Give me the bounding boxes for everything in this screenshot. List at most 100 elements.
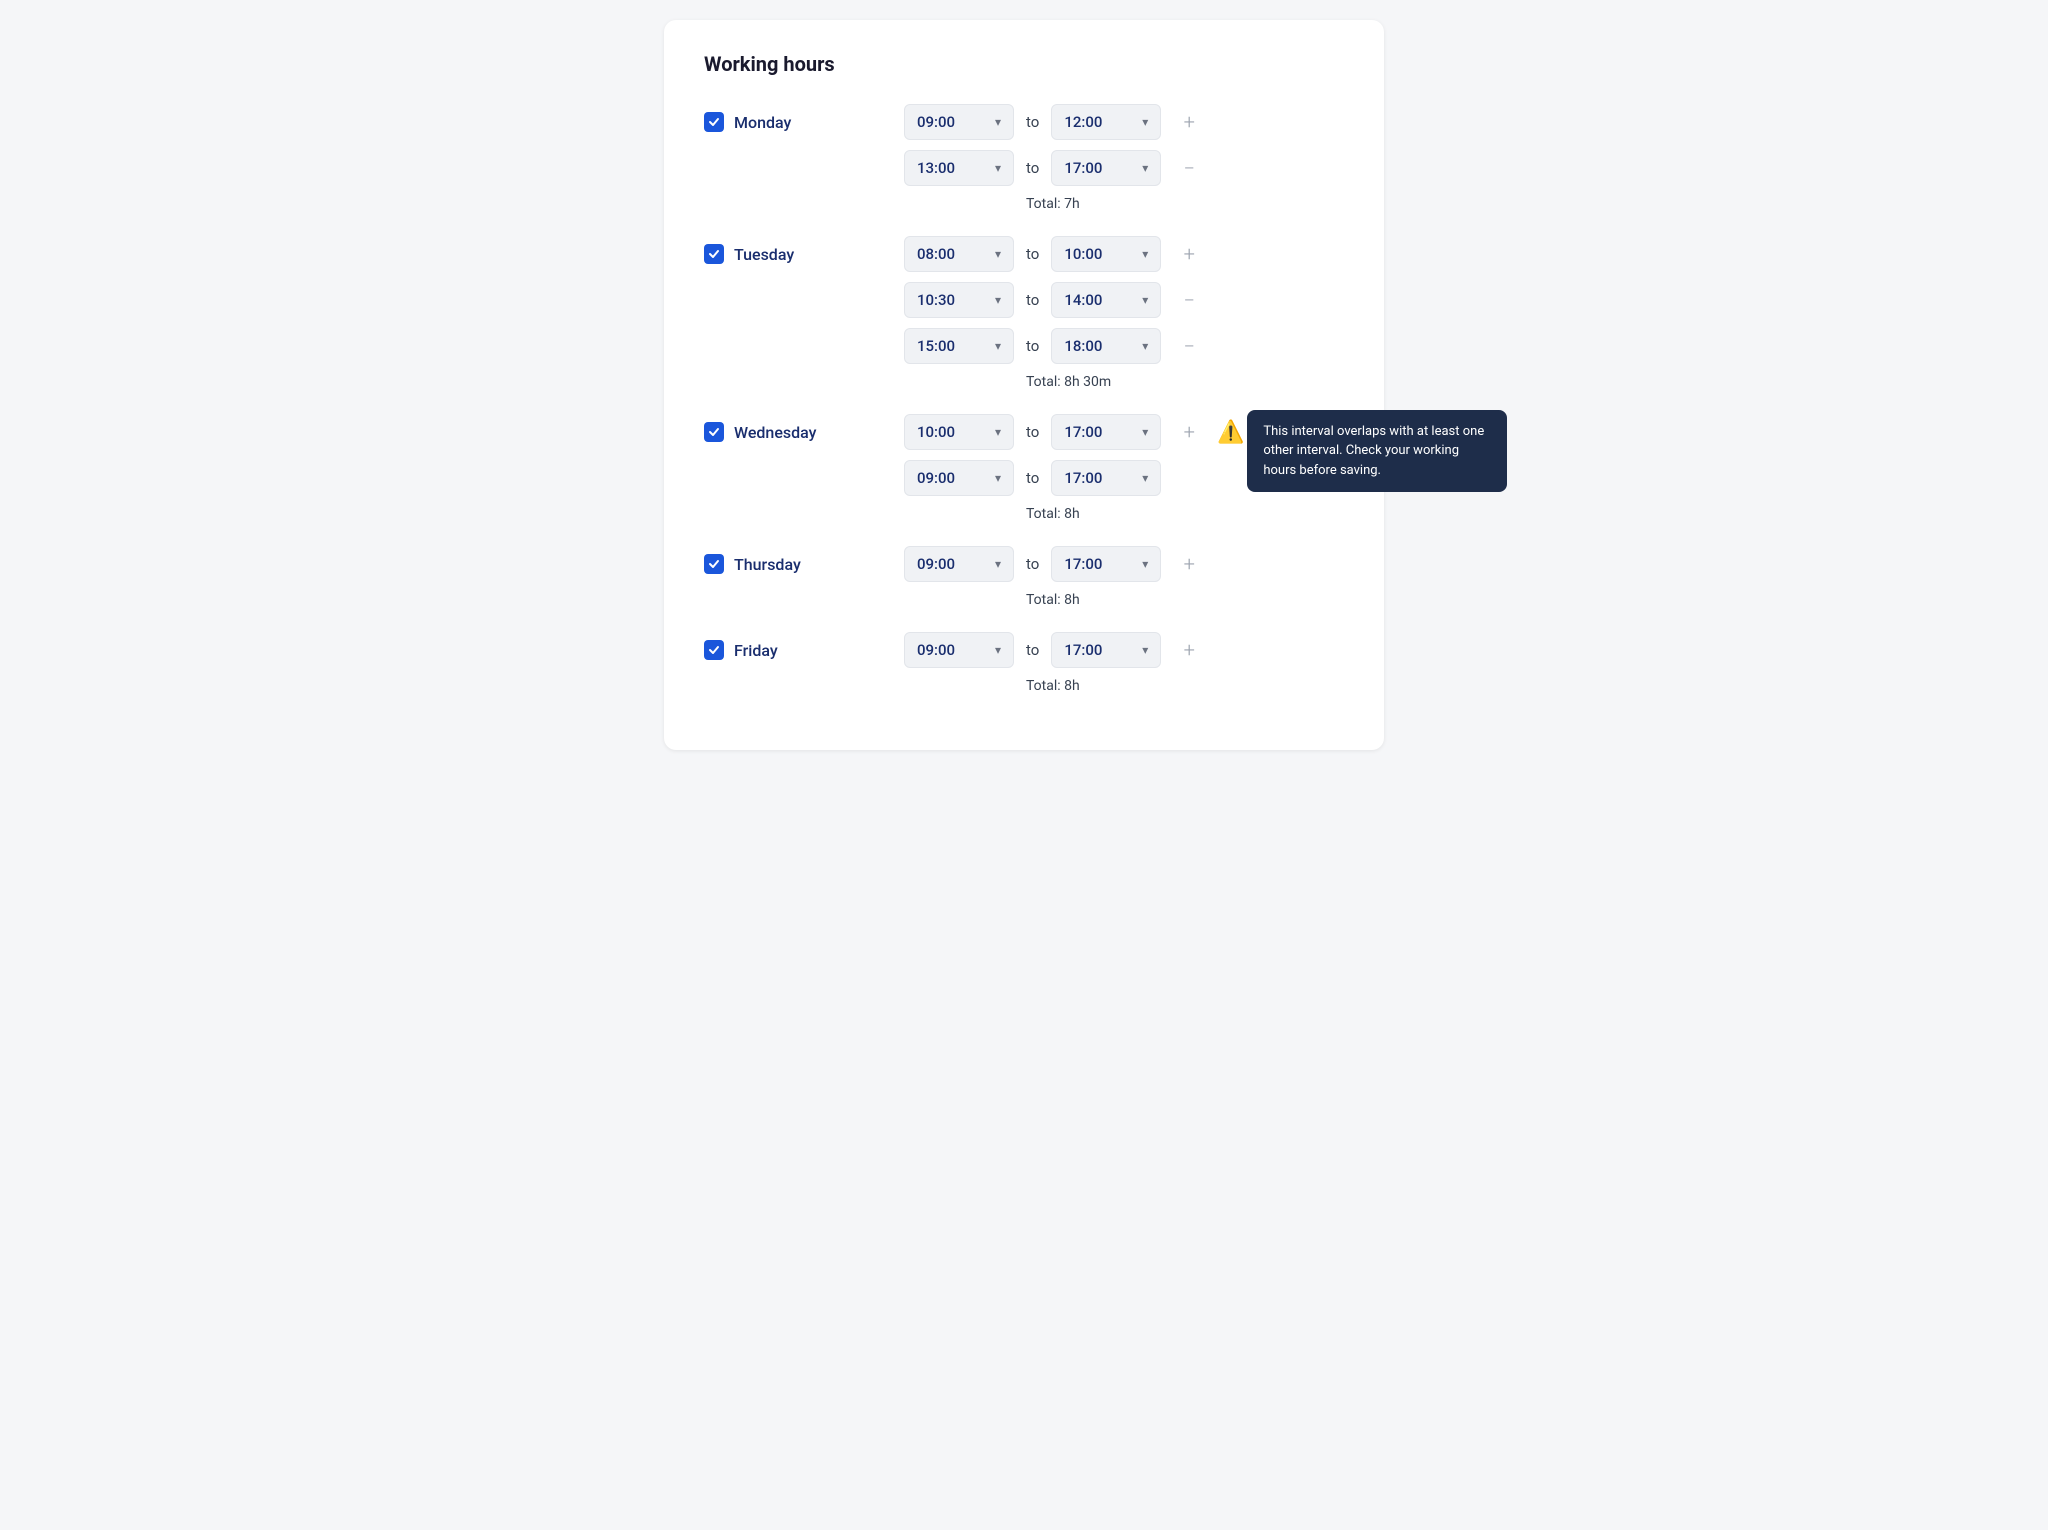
friday-interval-1-to[interactable]: 17:00 ▾ — [1051, 632, 1161, 668]
tuesday-interval-3-from[interactable]: 15:00 ▾ — [904, 328, 1014, 364]
chevron-down-icon: ▾ — [995, 471, 1001, 485]
chevron-down-icon: ▾ — [1142, 115, 1148, 129]
day-section-monday: Monday 09:00 ▾ to 12:00 ▾ + 13:00 — [704, 104, 1344, 212]
chevron-down-icon: ▾ — [995, 643, 1001, 657]
thursday-label: Thursday — [734, 555, 801, 574]
wednesday-interval-1-to[interactable]: 17:00 ▾ — [1051, 414, 1161, 450]
chevron-down-icon: ▾ — [1142, 425, 1148, 439]
thursday-label-area: Thursday — [704, 554, 904, 574]
tuesday-to-3: to — [1026, 337, 1039, 355]
tuesday-label-area: Tuesday — [704, 244, 904, 264]
friday-checkbox[interactable] — [704, 640, 724, 660]
tuesday-interval-2-controls: 10:30 ▾ to 14:00 ▾ − — [904, 282, 1344, 318]
friday-total: Total: 8h — [904, 678, 1344, 694]
tuesday-remove-button-1[interactable]: − — [1173, 284, 1205, 316]
monday-interval-1-controls: 09:00 ▾ to 12:00 ▾ + — [904, 104, 1344, 140]
day-section-thursday: Thursday 09:00 ▾ to 17:00 ▾ + Total: 8h — [704, 546, 1344, 608]
thursday-to-1: to — [1026, 555, 1039, 573]
friday-label-area: Friday — [704, 640, 904, 660]
chevron-down-icon: ▾ — [1142, 339, 1148, 353]
day-section-wednesday: Wednesday 10:00 ▾ to 17:00 ▾ + ⚠️ This i… — [704, 414, 1344, 522]
tuesday-row-1: Tuesday 08:00 ▾ to 10:00 ▾ + — [704, 236, 1344, 272]
tuesday-interval-1-to[interactable]: 10:00 ▾ — [1051, 236, 1161, 272]
monday-to-2: to — [1026, 159, 1039, 177]
wednesday-interval-1-from[interactable]: 10:00 ▾ — [904, 414, 1014, 450]
chevron-down-icon: ▾ — [1142, 293, 1148, 307]
monday-row-1: Monday 09:00 ▾ to 12:00 ▾ + — [704, 104, 1344, 140]
tuesday-remove-button-2[interactable]: − — [1173, 330, 1205, 362]
monday-interval-1-from[interactable]: 09:00 ▾ — [904, 104, 1014, 140]
tuesday-interval-3-controls: 15:00 ▾ to 18:00 ▾ − — [904, 328, 1344, 364]
friday-interval-1-from[interactable]: 09:00 ▾ — [904, 632, 1014, 668]
thursday-add-button[interactable]: + — [1173, 548, 1205, 580]
thursday-interval-1-from[interactable]: 09:00 ▾ — [904, 546, 1014, 582]
thursday-checkbox[interactable] — [704, 554, 724, 574]
wednesday-total: Total: 8h — [904, 506, 1344, 522]
monday-label: Monday — [734, 113, 791, 132]
tuesday-interval-2-to[interactable]: 14:00 ▾ — [1051, 282, 1161, 318]
thursday-interval-1-to[interactable]: 17:00 ▾ — [1051, 546, 1161, 582]
day-section-friday: Friday 09:00 ▾ to 17:00 ▾ + Total: 8h — [704, 632, 1344, 694]
wednesday-row-2: 09:00 ▾ to 17:00 ▾ — [704, 460, 1344, 496]
wednesday-label: Wednesday — [734, 423, 817, 442]
chevron-down-icon: ▾ — [995, 247, 1001, 261]
friday-label: Friday — [734, 641, 778, 660]
monday-to-1: to — [1026, 113, 1039, 131]
tuesday-to-2: to — [1026, 291, 1039, 309]
wednesday-label-area: Wednesday — [704, 422, 904, 442]
thursday-row-1: Thursday 09:00 ▾ to 17:00 ▾ + — [704, 546, 1344, 582]
wednesday-warning-container: ⚠️ This interval overlaps with at least … — [1217, 420, 1244, 445]
chevron-down-icon: ▾ — [995, 557, 1001, 571]
chevron-down-icon: ▾ — [1142, 643, 1148, 657]
friday-interval-1-controls: 09:00 ▾ to 17:00 ▾ + — [904, 632, 1344, 668]
warning-icon: ⚠️ — [1217, 420, 1244, 445]
chevron-down-icon: ▾ — [995, 425, 1001, 439]
wednesday-interval-2-from[interactable]: 09:00 ▾ — [904, 460, 1014, 496]
chevron-down-icon: ▾ — [995, 293, 1001, 307]
chevron-down-icon: ▾ — [1142, 471, 1148, 485]
wednesday-interval-2-controls: 09:00 ▾ to 17:00 ▾ — [904, 460, 1344, 496]
monday-remove-button[interactable]: − — [1173, 152, 1205, 184]
wednesday-to-1: to — [1026, 423, 1039, 441]
tuesday-add-button[interactable]: + — [1173, 238, 1205, 270]
tuesday-checkbox[interactable] — [704, 244, 724, 264]
tuesday-interval-1-controls: 08:00 ▾ to 10:00 ▾ + — [904, 236, 1344, 272]
chevron-down-icon: ▾ — [995, 161, 1001, 175]
friday-to-1: to — [1026, 641, 1039, 659]
monday-interval-1-to[interactable]: 12:00 ▾ — [1051, 104, 1161, 140]
tuesday-interval-3-to[interactable]: 18:00 ▾ — [1051, 328, 1161, 364]
chevron-down-icon: ▾ — [995, 339, 1001, 353]
wednesday-interval-1-controls: 10:00 ▾ to 17:00 ▾ + ⚠️ This interval ov… — [904, 414, 1344, 450]
monday-row-2: 13:00 ▾ to 17:00 ▾ − — [704, 150, 1344, 186]
chevron-down-icon: ▾ — [1142, 161, 1148, 175]
wednesday-checkbox[interactable] — [704, 422, 724, 442]
working-hours-card: Working hours Monday 09:00 ▾ to 12:00 ▾ — [664, 20, 1384, 750]
tuesday-total: Total: 8h 30m — [904, 374, 1344, 390]
page-title: Working hours — [704, 52, 1344, 76]
tuesday-interval-1-from[interactable]: 08:00 ▾ — [904, 236, 1014, 272]
day-section-tuesday: Tuesday 08:00 ▾ to 10:00 ▾ + 10:30 — [704, 236, 1344, 390]
monday-interval-2-from[interactable]: 13:00 ▾ — [904, 150, 1014, 186]
monday-total: Total: 7h — [904, 196, 1344, 212]
friday-add-button[interactable]: + — [1173, 634, 1205, 666]
chevron-down-icon: ▾ — [1142, 247, 1148, 261]
tuesday-to-1: to — [1026, 245, 1039, 263]
monday-label-area: Monday — [704, 112, 904, 132]
monday-interval-2-controls: 13:00 ▾ to 17:00 ▾ − — [904, 150, 1344, 186]
tuesday-label: Tuesday — [734, 245, 794, 264]
monday-checkbox[interactable] — [704, 112, 724, 132]
monday-add-button[interactable]: + — [1173, 106, 1205, 138]
monday-interval-2-to[interactable]: 17:00 ▾ — [1051, 150, 1161, 186]
wednesday-row-1: Wednesday 10:00 ▾ to 17:00 ▾ + ⚠️ This i… — [704, 414, 1344, 450]
tuesday-row-2: 10:30 ▾ to 14:00 ▾ − — [704, 282, 1344, 318]
thursday-total: Total: 8h — [904, 592, 1344, 608]
chevron-down-icon: ▾ — [995, 115, 1001, 129]
friday-row-1: Friday 09:00 ▾ to 17:00 ▾ + — [704, 632, 1344, 668]
tuesday-interval-2-from[interactable]: 10:30 ▾ — [904, 282, 1014, 318]
thursday-interval-1-controls: 09:00 ▾ to 17:00 ▾ + — [904, 546, 1344, 582]
wednesday-interval-2-to[interactable]: 17:00 ▾ — [1051, 460, 1161, 496]
chevron-down-icon: ▾ — [1142, 557, 1148, 571]
wednesday-add-button[interactable]: + — [1173, 416, 1205, 448]
tuesday-row-3: 15:00 ▾ to 18:00 ▾ − — [704, 328, 1344, 364]
wednesday-to-2: to — [1026, 469, 1039, 487]
